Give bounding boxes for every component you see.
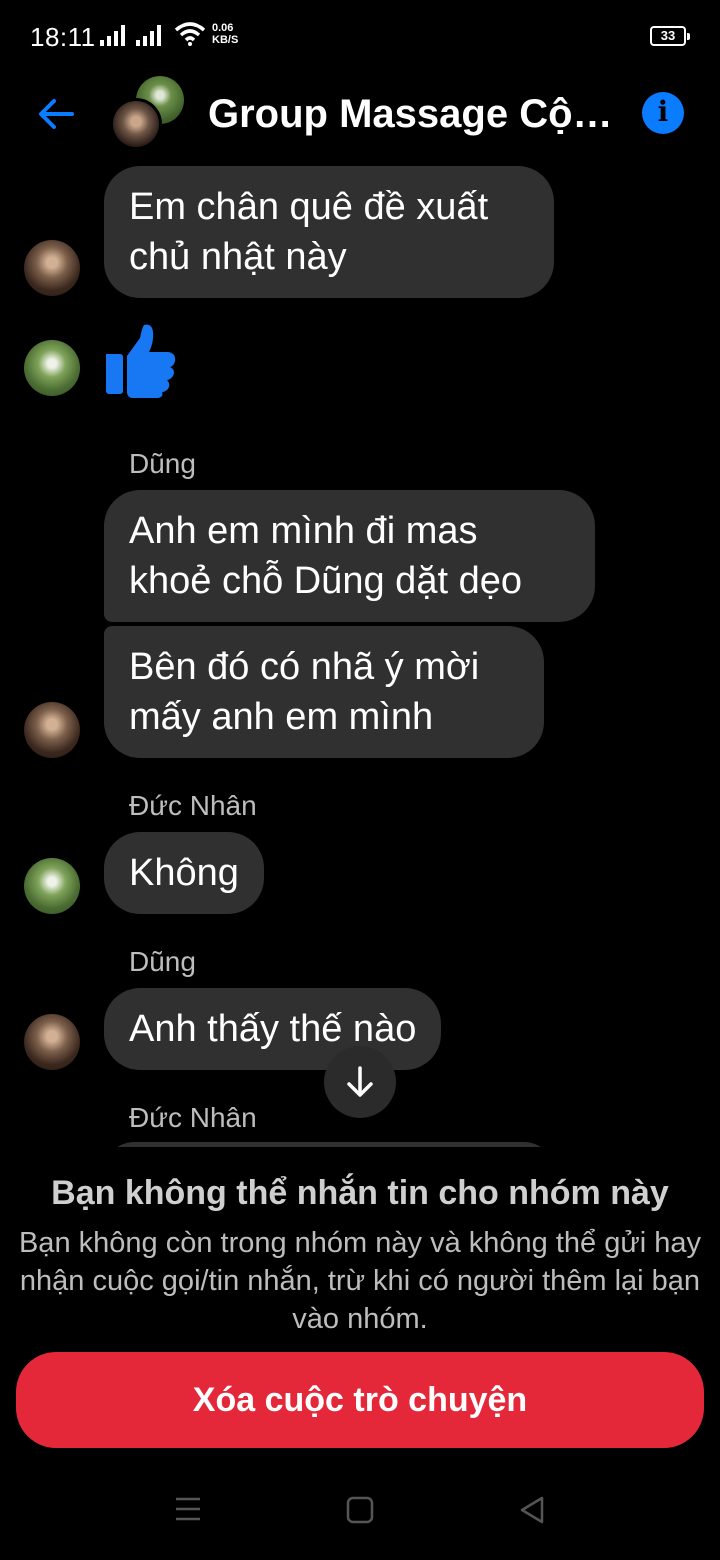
- group-avatar[interactable]: [110, 76, 186, 152]
- clock: 18:11: [30, 22, 96, 52]
- delete-conversation-button[interactable]: Xóa cuộc trò chuyện: [16, 1352, 704, 1448]
- message-bubble[interactable]: Em chân quê đề xuất chủ nhật này: [104, 166, 554, 298]
- scroll-to-bottom-button[interactable]: [324, 1046, 396, 1118]
- network-speed: 0.06 KB/S: [212, 22, 238, 46]
- chat-header: Group Massage Cộ… i: [0, 72, 720, 162]
- back-arrow-icon[interactable]: [34, 92, 78, 136]
- like-icon[interactable]: [104, 322, 180, 398]
- avatar[interactable]: [24, 702, 80, 758]
- notice-body: Bạn không còn trong nhóm này và không th…: [18, 1227, 702, 1335]
- arrow-down-icon: [347, 1066, 373, 1097]
- info-glyph: i: [657, 95, 669, 128]
- page-title[interactable]: Group Massage Cộ…: [208, 92, 618, 137]
- status-bar: 18:11 0.06 KB/S 33: [0, 0, 720, 72]
- message-bubble[interactable]: [104, 1142, 554, 1147]
- menu-icon[interactable]: [174, 1496, 202, 1522]
- message-bubble[interactable]: Anh em mình đi mas khoẻ chỗ Dũng dặt dẹo: [104, 490, 595, 622]
- net-speed-unit: KB/S: [212, 34, 239, 46]
- sender-name: Dũng: [129, 946, 196, 977]
- message-list[interactable]: Em chân quê đề xuất chủ nhật này Dũng An…: [0, 162, 720, 1147]
- avatar[interactable]: [24, 240, 80, 296]
- avatar[interactable]: [24, 1014, 80, 1070]
- notice-title: Bạn không thể nhắn tin cho nhóm này: [51, 1174, 669, 1212]
- back-icon[interactable]: [518, 1496, 546, 1524]
- wifi-icon: [174, 22, 206, 46]
- sender-name: Đức Nhân: [129, 790, 257, 821]
- sender-name: Đức Nhân: [129, 1102, 257, 1133]
- message-bubble[interactable]: Bên đó có nhã ý mời mấy anh em mình: [104, 626, 544, 758]
- signal-icon: [136, 25, 161, 46]
- home-icon[interactable]: [346, 1496, 374, 1524]
- info-icon[interactable]: i: [642, 92, 684, 134]
- signal-icon: [100, 25, 125, 46]
- net-speed-value: 0.06: [212, 22, 234, 34]
- sender-name: Dũng: [129, 448, 196, 479]
- message-bubble[interactable]: Không: [104, 832, 264, 914]
- avatar: [110, 98, 162, 150]
- avatar[interactable]: [24, 858, 80, 914]
- system-nav-bar: [0, 1468, 720, 1560]
- battery-icon: 33: [650, 26, 690, 46]
- avatar[interactable]: [24, 340, 80, 396]
